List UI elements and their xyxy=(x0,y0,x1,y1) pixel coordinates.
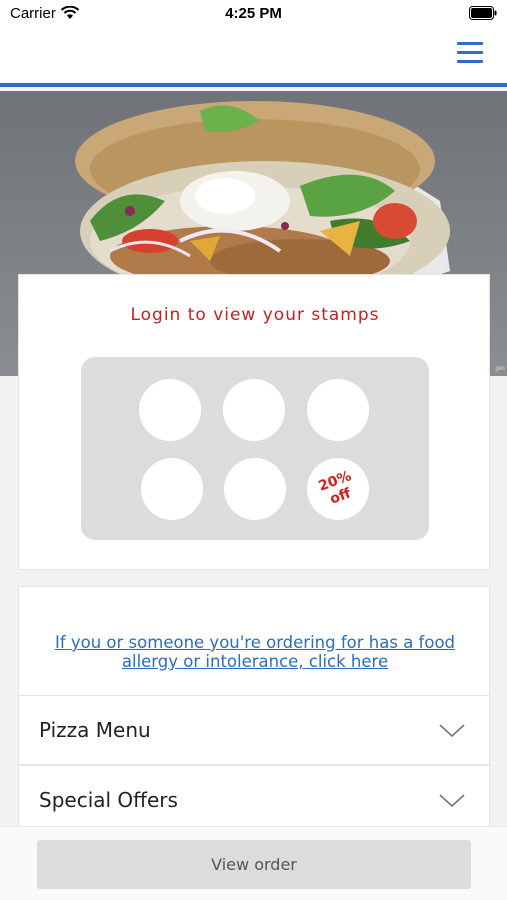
bottom-bar: View order xyxy=(0,826,507,900)
stamp-slot xyxy=(139,379,201,441)
reward-label: 20% off xyxy=(317,468,359,510)
allergy-info-link[interactable]: If you or someone you're ordering for ha… xyxy=(39,633,471,671)
menu-section-pizza-menu[interactable]: Pizza Menu xyxy=(18,695,490,765)
chevron-down-icon xyxy=(439,724,465,738)
stamp-slot xyxy=(224,458,286,520)
allergy-info-card: If you or someone you're ordering for ha… xyxy=(18,586,490,696)
stamp-slot xyxy=(307,379,369,441)
stamp-grid: 20% off xyxy=(81,357,429,540)
login-stamps-prompt[interactable]: Login to view your stamps xyxy=(19,305,491,325)
view-order-button[interactable]: View order xyxy=(37,840,471,889)
stamp-reward-slot: 20% off xyxy=(307,458,369,520)
stamp-slot xyxy=(223,379,285,441)
menu-section-special-offers[interactable]: Special Offers xyxy=(18,765,490,835)
nav-bar xyxy=(0,30,507,87)
clock: 4:25 PM xyxy=(225,5,282,22)
hamburger-menu-icon[interactable] xyxy=(457,40,483,64)
status-bar: Carrier 4:25 PM xyxy=(0,0,507,30)
chevron-down-icon xyxy=(439,794,465,808)
loyalty-stamp-card: Login to view your stamps 20% off xyxy=(18,274,490,570)
menu-section-label: Pizza Menu xyxy=(39,718,151,742)
battery-icon xyxy=(469,6,497,20)
photo-credit: ges xyxy=(495,366,505,372)
menu-section-label: Special Offers xyxy=(39,788,178,812)
stamp-slot xyxy=(141,458,203,520)
